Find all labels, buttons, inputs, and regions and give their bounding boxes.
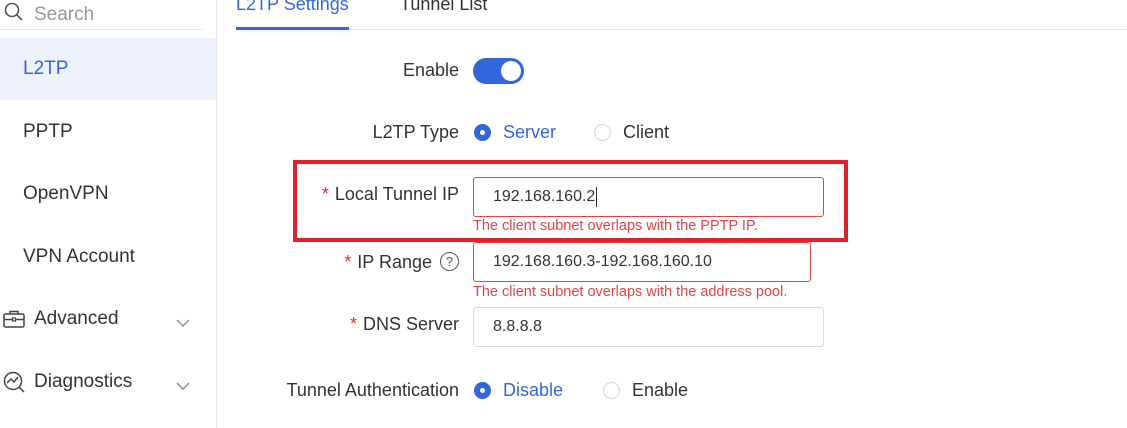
sidebar-group-advanced[interactable]: Advanced (0, 288, 216, 350)
sidebar-group-label: Diagnostics (34, 371, 133, 392)
sidebar-item-pptp[interactable]: PPTP (0, 101, 216, 163)
radio-dot (594, 124, 611, 141)
sidebar-item-openvpn[interactable]: OpenVPN (0, 163, 216, 225)
dns-server-label: * DNS Server (349, 314, 459, 334)
sidebar-item-vpn-account[interactable]: VPN Account (0, 226, 216, 288)
search-icon (4, 2, 34, 28)
radio-dot (474, 124, 491, 141)
radio-label: Disable (503, 380, 564, 400)
input-value: 8.8.8.8 (493, 318, 542, 335)
ip-range-input[interactable]: 192.168.160.3-192.168.160.10 (473, 242, 811, 282)
sidebar-item-label: PPTP (23, 121, 73, 142)
enable-toggle[interactable] (473, 58, 524, 84)
radio-label: Client (623, 122, 670, 142)
radio-server[interactable]: Server (474, 122, 556, 143)
sidebar-item-label: VPN Account (23, 246, 135, 267)
sidebar-item-l2tp[interactable]: L2TP (0, 38, 216, 100)
sidebar: Search L2TP PPTP OpenVPN VPN Account Adv… (0, 0, 217, 428)
tab-bar: L2TP Settings Tunnel List (236, 0, 1127, 30)
radio-client[interactable]: Client (594, 122, 669, 143)
ip-range-error: The client subnet overlaps with the addr… (473, 284, 788, 300)
toggle-knob (501, 61, 521, 81)
help-icon[interactable]: ? (440, 251, 459, 271)
search-input[interactable]: Search (0, 0, 203, 30)
sidebar-group-label: Advanced (34, 308, 119, 329)
enable-label: Enable (402, 60, 459, 80)
input-value: 192.168.160.3-192.168.160.10 (493, 253, 712, 270)
ip-range-label: * IP Range? (344, 251, 459, 273)
radio-dot (474, 382, 491, 399)
dns-server-input[interactable]: 8.8.8.8 (473, 307, 824, 347)
chevron-down-icon (176, 312, 190, 334)
briefcase-icon (2, 307, 26, 331)
search-placeholder: Search (34, 3, 95, 25)
radio-enable[interactable]: Enable (603, 380, 688, 401)
tunnel-authentication-label: Tunnel Authentication (286, 380, 459, 400)
sidebar-group-diagnostics[interactable]: Diagnostics (0, 351, 216, 413)
tab-tunnel-list[interactable]: Tunnel List (400, 0, 487, 15)
l2tp-type-label: L2TP Type (372, 122, 459, 142)
radio-label: Server (503, 122, 557, 142)
required-mark: * (349, 314, 357, 334)
annotation-highlight-box (293, 160, 848, 242)
radio-label: Enable (632, 380, 689, 400)
active-tab-indicator (236, 27, 349, 30)
required-mark: * (344, 252, 352, 272)
radio-dot (603, 382, 620, 399)
radio-disable[interactable]: Disable (474, 380, 563, 401)
sidebar-item-label: OpenVPN (23, 183, 109, 204)
tab-l2tp-settings[interactable]: L2TP Settings (236, 0, 349, 15)
diagnostics-icon (2, 370, 26, 394)
chevron-down-icon (176, 375, 190, 397)
sidebar-item-label: L2TP (23, 58, 69, 79)
